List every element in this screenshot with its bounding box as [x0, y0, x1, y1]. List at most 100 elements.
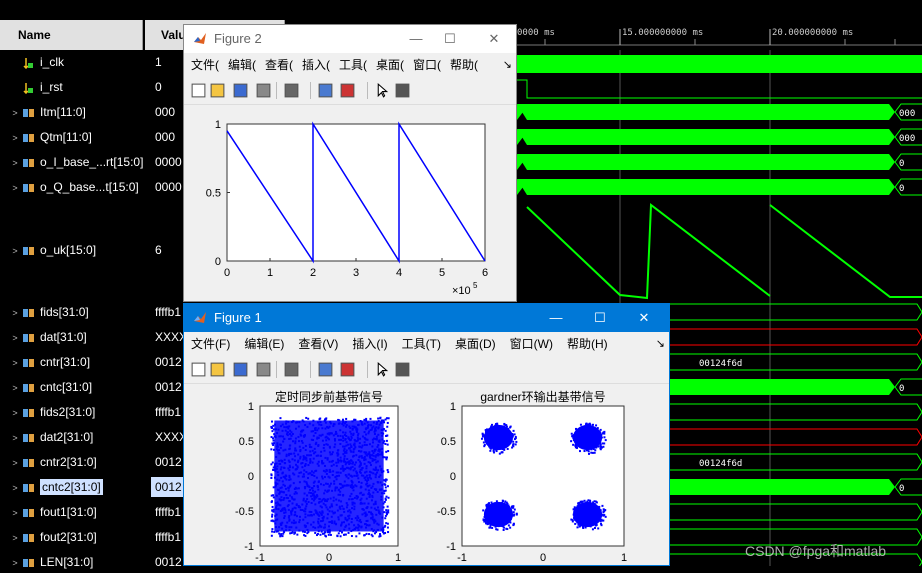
expand-chevron-icon[interactable]: > — [8, 103, 22, 123]
toolbar-separator — [367, 82, 368, 99]
signal-name: Qtm[11:0] — [40, 130, 92, 144]
menu-edit[interactable]: 编辑( — [228, 58, 256, 72]
menu-edit[interactable]: 编辑(E) — [244, 337, 284, 351]
menu-tools[interactable]: 工具(T) — [402, 337, 441, 351]
figure-1-titlebar[interactable]: Figure 1 — ☐ ✕ — [184, 304, 669, 332]
expand-chevron-icon[interactable]: > — [8, 241, 22, 261]
figure-2-plot[interactable]: 0 1 2 3 4 5 600.51×10 5 — [184, 105, 516, 301]
expand-chevron-icon[interactable]: > — [8, 478, 22, 498]
menu-desktop[interactable]: 桌面(D) — [455, 337, 496, 351]
colorbar-icon[interactable] — [317, 361, 334, 378]
bus-waveform[interactable] — [517, 179, 895, 195]
print-icon[interactable] — [255, 82, 272, 99]
bus-icon — [23, 333, 34, 342]
expand-chevron-icon[interactable]: > — [8, 528, 22, 548]
link-icon[interactable] — [283, 82, 300, 99]
maximize-button[interactable]: ☐ — [580, 304, 620, 332]
expand-chevron-icon[interactable]: > — [8, 178, 22, 198]
save-icon[interactable] — [232, 361, 249, 378]
colorbar-icon[interactable] — [317, 82, 334, 99]
clock-waveform[interactable] — [517, 55, 922, 73]
signal-row[interactable]: > dat[31:0] — [8, 327, 86, 348]
expand-chevron-icon[interactable]: > — [8, 128, 22, 148]
axes-title: 定时同步前基带信号 — [275, 389, 383, 404]
menu-help[interactable]: 帮助(H) — [567, 337, 608, 351]
expand-chevron-icon[interactable]: > — [8, 378, 22, 398]
property-inspector-icon[interactable] — [394, 82, 411, 99]
expand-chevron-icon[interactable]: > — [8, 453, 22, 473]
expand-chevron-icon[interactable]: > — [8, 553, 22, 573]
menu-overflow-icon[interactable]: ↘ — [653, 332, 665, 356]
menu-help[interactable]: 帮助( — [450, 58, 478, 72]
legend-icon[interactable] — [339, 82, 356, 99]
pointer-icon[interactable] — [374, 361, 391, 378]
y-tick-label: 0.5 — [206, 188, 221, 200]
open-file-icon[interactable] — [209, 361, 226, 378]
figure-1-window[interactable]: Figure 1 — ☐ ✕ 文件(F) 编辑(E) 查看(V) 插入(I) 工具(T)… — [183, 303, 670, 566]
menu-window[interactable]: 窗口( — [413, 58, 441, 72]
signal-row[interactable]: > cntr[31:0] — [8, 352, 90, 372]
pointer-icon[interactable] — [374, 82, 391, 99]
menu-window[interactable]: 窗口(W) — [510, 337, 553, 351]
signal-row[interactable]: > fids[31:0] — [8, 302, 88, 323]
new-figure-icon[interactable] — [190, 361, 207, 378]
menu-desktop[interactable]: 桌面( — [376, 58, 404, 72]
minimize-button[interactable]: — — [536, 304, 576, 332]
signal-value: ffffb1 — [155, 505, 182, 519]
signal-row[interactable]: > cntc[31:0] — [8, 377, 92, 397]
save-icon[interactable] — [232, 82, 249, 99]
expand-chevron-icon[interactable]: > — [8, 428, 22, 448]
menu-tools[interactable]: 工具( — [339, 58, 367, 72]
open-file-icon[interactable] — [209, 82, 226, 99]
scatter-cluster — [572, 501, 603, 528]
analog-waveform[interactable] — [526, 203, 922, 300]
signal-row[interactable]: > cntr2[31:0] — [8, 452, 96, 473]
signal-row[interactable]: > Qtm[11:0] — [8, 127, 92, 148]
link-icon[interactable] — [283, 361, 300, 378]
signal-row[interactable]: > o_Q_base...t[15:0] — [8, 177, 138, 198]
signal-row[interactable]: > fids2[31:0] — [8, 402, 95, 422]
menu-insert[interactable]: 插入( — [302, 58, 330, 72]
menu-file[interactable]: 文件(F) — [191, 337, 230, 351]
expand-chevron-icon[interactable]: > — [8, 353, 22, 373]
scatter-points — [270, 416, 390, 538]
legend-icon[interactable] — [339, 361, 356, 378]
expand-chevron-icon[interactable]: > — [8, 303, 22, 323]
expand-chevron-icon[interactable]: > — [8, 153, 22, 173]
figure-2-titlebar[interactable]: Figure 2 — ☐ ✕ — [184, 25, 516, 53]
signal-row[interactable]: > LEN[31:0] — [8, 552, 93, 572]
menu-view[interactable]: 查看( — [265, 58, 293, 72]
menu-insert[interactable]: 插入(I) — [352, 337, 387, 351]
expand-chevron-icon[interactable]: > — [8, 503, 22, 523]
menu-view[interactable]: 查看(V) — [298, 337, 338, 351]
bus-waveform[interactable] — [517, 154, 895, 170]
signal-row[interactable]: > fout2[31:0] — [8, 527, 96, 548]
signal-row[interactable]: > dat2[31:0] — [8, 427, 93, 447]
menu-overflow-icon[interactable]: ↘ — [500, 53, 512, 77]
signal-row[interactable]: > cntc2[31:0] — [8, 477, 103, 497]
expand-chevron-icon[interactable]: > — [8, 328, 22, 348]
property-inspector-icon[interactable] — [394, 361, 411, 378]
bus-waveform[interactable] — [517, 104, 895, 120]
new-figure-icon[interactable] — [190, 82, 207, 99]
bus-waveform[interactable] — [517, 129, 895, 145]
signal-row[interactable]: > o_uk[15:0] — [8, 240, 96, 260]
print-icon[interactable] — [255, 361, 272, 378]
close-button[interactable]: ✕ — [624, 304, 664, 332]
signal-row[interactable]: > fout1[31:0] — [8, 502, 96, 523]
reset-waveform[interactable] — [517, 79, 922, 99]
figure-2-window[interactable]: Figure 2 — ☐ ✕ 文件(编辑(查看(插入(工具(桌面(窗口(帮助( … — [183, 24, 517, 302]
signal-row[interactable]: > Itm[11:0] — [8, 102, 85, 123]
menu-file[interactable]: 文件( — [191, 58, 219, 72]
name-column-header[interactable]: Name — [0, 20, 143, 50]
bus-value-label: 000 — [899, 109, 915, 119]
signal-row[interactable]: i_rst — [8, 77, 63, 97]
toolbar-separator — [276, 82, 277, 99]
y-tick-label: -0.5 — [437, 506, 456, 518]
figure-1-plot[interactable]: 定时同步前基带信号 -1 0 1 -1 -0.5 0 0.5 1 gardner环输出基带信号 -1… — [184, 384, 669, 566]
maximize-button[interactable]: ☐ — [430, 25, 470, 53]
expand-chevron-icon[interactable]: > — [8, 403, 22, 423]
signal-row[interactable]: > o_I_base_...rt[15:0] — [8, 152, 143, 172]
close-button[interactable]: ✕ — [474, 25, 514, 53]
signal-row[interactable]: i_clk — [8, 52, 64, 72]
